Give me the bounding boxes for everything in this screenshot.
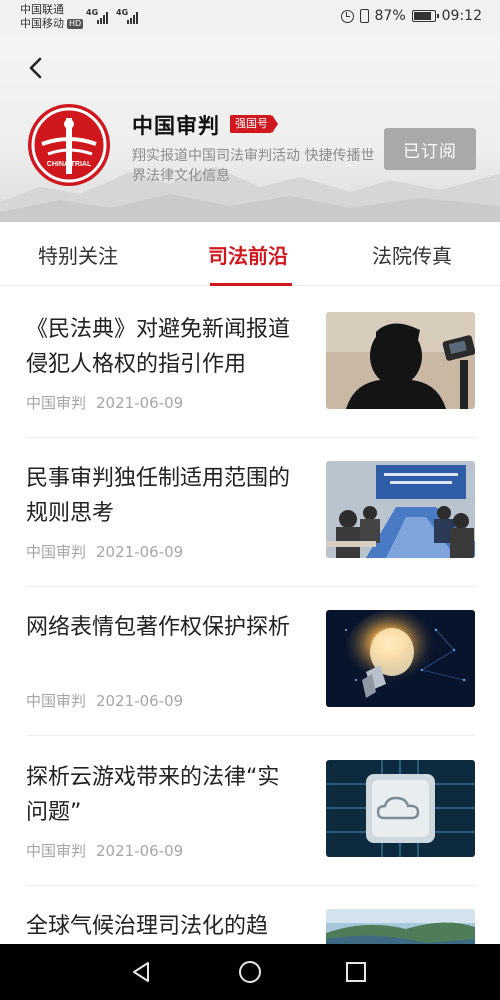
article-source: 中国审判 <box>26 842 87 860</box>
status-bar: 中国联通 中国移动 HD 4G 4G 87% 09:12 <box>0 0 500 36</box>
active-tab-indicator <box>210 283 292 286</box>
article-date: 2021-06-09 <box>96 394 184 412</box>
article-source: 中国审判 <box>26 692 87 710</box>
signal-strength-icon <box>97 12 108 24</box>
article-source: 中国审判 <box>26 394 87 412</box>
article-meta: 中国审判 2021-06-09 <box>26 541 183 562</box>
article-title: 网络表情包著作权保护探析 <box>26 615 291 640</box>
article-thumbnail <box>326 760 475 857</box>
vibrate-icon <box>359 9 369 23</box>
tab-court-fax[interactable]: 法院传真 <box>372 240 452 269</box>
carrier-2: 中国移动 HD <box>20 17 84 30</box>
tab-special-focus[interactable]: 特别关注 <box>38 240 118 269</box>
article-item[interactable]: 全球气候治理司法化的趋 <box>0 909 500 944</box>
battery-icon <box>411 10 439 22</box>
divider <box>26 437 475 438</box>
home-circle-icon[interactable] <box>236 958 264 986</box>
article-meta: 中国审判 2021-06-09 <box>26 840 183 861</box>
article-thumbnail <box>326 909 475 944</box>
china-trial-logo: CHINA TRIAL <box>28 104 110 186</box>
article-item[interactable]: 网络表情包著作权保护探析 中国审判 2021-06-09 <box>0 610 500 759</box>
article-item[interactable]: 民事审判独任制适用范围的规则思考 中国审判 2021-06-09 <box>0 461 500 610</box>
article-title: 探析云游戏带来的法律“实问题” <box>26 765 280 825</box>
article-meta: 中国审判 2021-06-09 <box>26 690 183 711</box>
back-triangle-icon[interactable] <box>128 958 156 986</box>
tab-judicial-frontier[interactable]: 司法前沿 <box>208 240 288 269</box>
battery-percent: 87% <box>374 8 406 24</box>
article-item[interactable]: 探析云游戏带来的法律“实问题” 中国审判 2021-06-09 <box>0 760 500 909</box>
divider <box>26 735 475 736</box>
carrier-1: 中国联通 <box>20 3 64 16</box>
system-nav-bar <box>0 944 500 1000</box>
recents-square-icon[interactable] <box>342 958 370 986</box>
divider <box>26 586 475 587</box>
divider <box>26 885 475 886</box>
category-tabs: 特别关注 司法前沿 法院传真 <box>0 222 500 286</box>
article-date: 2021-06-09 <box>96 543 184 561</box>
article-title: 民事审判独任制适用范围的规则思考 <box>26 466 291 526</box>
chevron-left-icon <box>29 57 42 79</box>
article-date: 2021-06-09 <box>96 692 184 710</box>
article-title: 全球气候治理司法化的趋 <box>26 914 269 939</box>
channel-header: CHINA TRIAL 中国审判 强国号 翔实报道中国司法审判活动 快捷传播世界… <box>0 36 500 222</box>
source-name: 中国审判 <box>132 114 220 138</box>
battery-level-fill <box>413 12 432 20</box>
article-thumbnail <box>326 610 475 707</box>
logo-text: CHINA TRIAL <box>47 161 92 168</box>
hd-badge: HD <box>67 19 84 29</box>
article-item[interactable]: 《民法典》对避免新闻报道侵犯人格权的指引作用 中国审判 2021-06-09 <box>0 312 500 461</box>
subscribed-button[interactable]: 已订阅 <box>384 128 476 170</box>
article-thumbnail <box>326 461 475 558</box>
alarm-icon <box>340 9 354 23</box>
article-meta: 中国审判 2021-06-09 <box>26 392 183 413</box>
source-badge: 强国号 <box>230 115 278 133</box>
article-thumbnail <box>326 312 475 409</box>
back-button[interactable] <box>18 50 54 86</box>
clock-time: 09:12 <box>441 8 482 24</box>
source-description: 翔实报道中国司法审判活动 快捷传播世界法律文化信息 <box>132 148 375 184</box>
article-date: 2021-06-09 <box>96 842 184 860</box>
article-source: 中国审判 <box>26 543 87 561</box>
signal-strength-icon <box>127 12 138 24</box>
carrier-2-label: 中国移动 <box>20 17 64 30</box>
article-title: 《民法典》对避免新闻报道侵犯人格权的指引作用 <box>26 317 291 377</box>
